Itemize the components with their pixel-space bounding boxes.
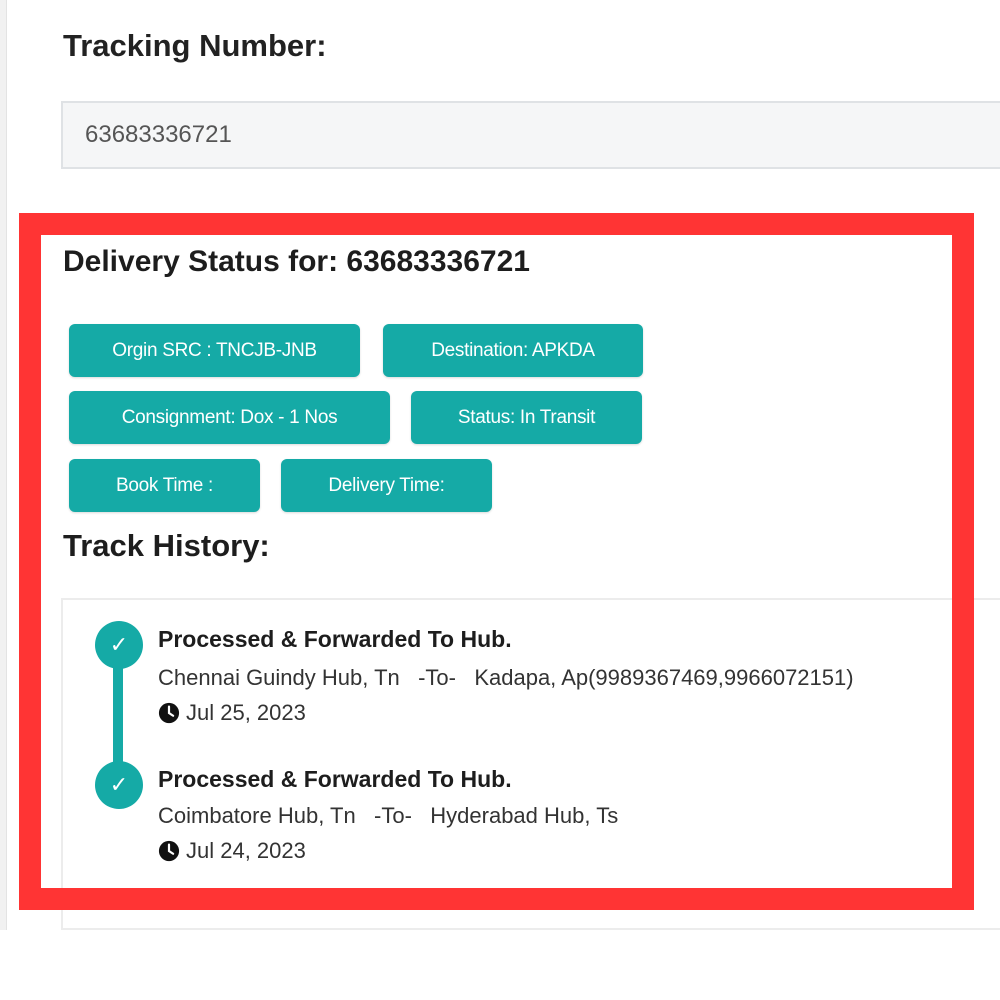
event-to: Kadapa, Ap(9989367469,9966072151) [474,665,854,690]
event-date: Jul 24, 2023 [158,838,306,864]
delivery-time-badge: Delivery Time: [281,459,492,512]
clock-icon [158,840,180,862]
tracking-number-input[interactable] [61,101,1000,169]
event-route: Chennai Guindy Hub, Tn -To- Kadapa, Ap(9… [158,665,854,691]
page-left-border [0,0,7,930]
event-separator: -To- [374,803,412,828]
consignment-badge: Consignment: Dox - 1 Nos [69,391,390,444]
event-date-text: Jul 24, 2023 [186,838,306,863]
check-icon: ✓ [95,621,143,669]
event-from: Coimbatore Hub, Tn [158,803,356,828]
book-time-badge: Book Time : [69,459,260,512]
event-route: Coimbatore Hub, Tn -To- Hyderabad Hub, T… [158,803,618,829]
event-date: Jul 25, 2023 [158,700,306,726]
origin-badge: Orgin SRC : TNCJB-JNB [69,324,360,377]
event-from: Chennai Guindy Hub, Tn [158,665,400,690]
status-badge: Status: In Transit [411,391,642,444]
event-separator: -To- [418,665,456,690]
destination-badge: Destination: APKDA [383,324,643,377]
delivery-status-heading: Delivery Status for: 63683336721 [63,245,530,278]
tracking-number-label: Tracking Number: [63,28,327,63]
event-to: Hyderabad Hub, Ts [430,803,619,828]
clock-icon [158,702,180,724]
event-date-text: Jul 25, 2023 [186,700,306,725]
event-title: Processed & Forwarded To Hub. [158,766,512,792]
track-history-heading: Track History: [63,528,270,563]
check-icon: ✓ [95,761,143,809]
event-title: Processed & Forwarded To Hub. [158,626,512,652]
